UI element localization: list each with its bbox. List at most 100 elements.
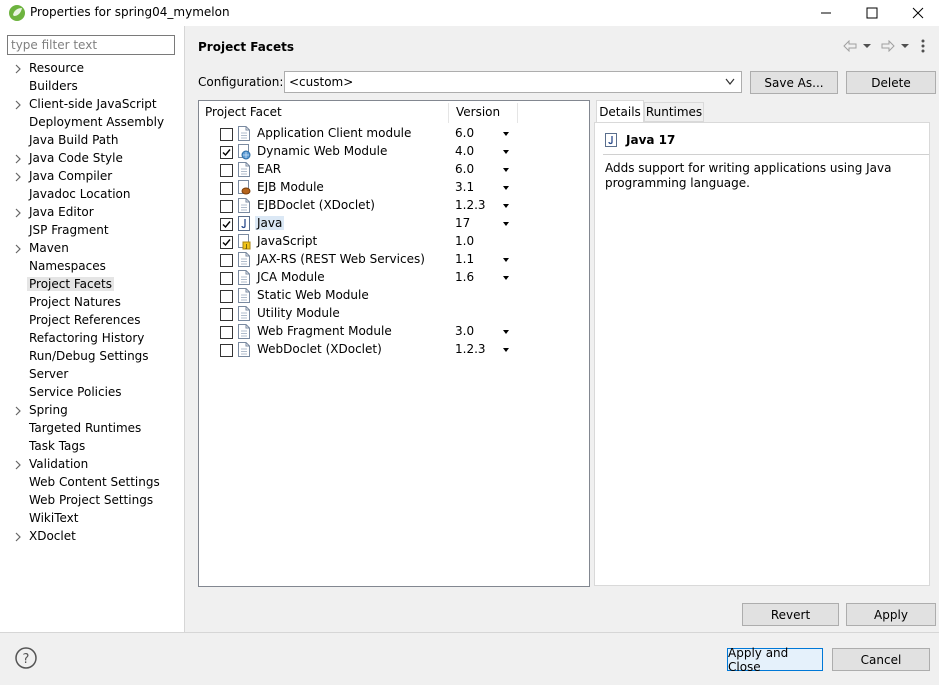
facet-row[interactable]: WebDoclet (XDoclet) 1.2.3	[199, 341, 589, 359]
version-dropdown-icon[interactable]	[503, 348, 509, 352]
filter-input[interactable]	[7, 35, 175, 55]
checkbox[interactable]	[220, 308, 233, 321]
nav-item[interactable]: Project Facets	[0, 276, 184, 294]
checkbox[interactable]	[220, 326, 233, 339]
checkbox[interactable]	[220, 164, 233, 177]
facet-row[interactable]: Java 17	[199, 215, 589, 233]
facet-row[interactable]: JAX-RS (REST Web Services) 1.1	[199, 251, 589, 269]
version-dropdown-icon[interactable]	[503, 330, 509, 334]
nav-item[interactable]: Project References	[0, 312, 184, 330]
chevron-right-icon[interactable]	[13, 64, 23, 74]
maximize-button[interactable]	[849, 0, 895, 26]
nav-item[interactable]: WikiText	[0, 510, 184, 528]
view-menu-icon[interactable]	[918, 38, 928, 54]
chevron-right-icon[interactable]	[13, 100, 23, 110]
version-dropdown-icon[interactable]	[503, 168, 509, 172]
chevron-right-icon[interactable]	[13, 208, 23, 218]
version-dropdown-icon[interactable]	[503, 222, 509, 226]
nav-item[interactable]: Web Project Settings	[0, 492, 184, 510]
tab-details[interactable]: Details	[596, 100, 644, 123]
nav-item[interactable]: Service Policies	[0, 384, 184, 402]
nav-item[interactable]: Validation	[0, 456, 184, 474]
facet-row[interactable]: Application Client module 6.0	[199, 125, 589, 143]
nav-item[interactable]: Java Compiler	[0, 168, 184, 186]
checkbox-checked[interactable]	[220, 218, 233, 231]
nav-item[interactable]: Java Editor	[0, 204, 184, 222]
chevron-right-icon[interactable]	[13, 406, 23, 416]
nav-item[interactable]: XDoclet	[0, 528, 184, 546]
checkbox[interactable]	[220, 182, 233, 195]
facet-row[interactable]: J JavaScript 1.0	[199, 233, 589, 251]
facet-version[interactable]: 1.2.3	[455, 198, 486, 212]
chevron-right-icon[interactable]	[13, 154, 23, 164]
facet-version[interactable]: 6.0	[455, 162, 474, 176]
facet-version[interactable]: 1.0	[455, 234, 474, 248]
nav-item[interactable]: Javadoc Location	[0, 186, 184, 204]
facet-version[interactable]: 3.0	[455, 324, 474, 338]
cancel-button[interactable]: Cancel	[832, 648, 930, 671]
facet-version[interactable]: 1.1	[455, 252, 474, 266]
checkbox-checked[interactable]	[220, 146, 233, 159]
version-dropdown-icon[interactable]	[503, 258, 509, 262]
close-button[interactable]	[895, 0, 939, 26]
column-header-version[interactable]: Version	[456, 105, 500, 119]
facet-version[interactable]: 1.2.3	[455, 342, 486, 356]
nav-item[interactable]: Namespaces	[0, 258, 184, 276]
back-menu-chevron-down-icon[interactable]	[862, 38, 872, 54]
facet-row[interactable]: Web Fragment Module 3.0	[199, 323, 589, 341]
checkbox[interactable]	[220, 254, 233, 267]
configuration-select[interactable]: <custom>	[284, 71, 742, 93]
version-dropdown-icon[interactable]	[503, 204, 509, 208]
nav-item[interactable]: Maven	[0, 240, 184, 258]
nav-item[interactable]: Task Tags	[0, 438, 184, 456]
nav-item[interactable]: Web Content Settings	[0, 474, 184, 492]
nav-item[interactable]: Deployment Assembly	[0, 114, 184, 132]
chevron-right-icon[interactable]	[13, 460, 23, 470]
save-as-button[interactable]: Save As...	[750, 71, 838, 94]
checkbox-checked[interactable]	[220, 236, 233, 249]
nav-item[interactable]: Resource	[0, 60, 184, 78]
chevron-right-icon[interactable]	[13, 244, 23, 254]
version-dropdown-icon[interactable]	[503, 132, 509, 136]
nav-item[interactable]: Client-side JavaScript	[0, 96, 184, 114]
minimize-button[interactable]	[803, 0, 849, 26]
facet-row[interactable]: EJB Module 3.1	[199, 179, 589, 197]
nav-item[interactable]: Java Build Path	[0, 132, 184, 150]
facet-version[interactable]: 6.0	[455, 126, 474, 140]
version-dropdown-icon[interactable]	[503, 150, 509, 154]
facet-version[interactable]: 17	[455, 216, 470, 230]
forward-menu-chevron-down-icon[interactable]	[900, 38, 910, 54]
nav-item[interactable]: Refactoring History	[0, 330, 184, 348]
tab-runtimes[interactable]: Runtimes	[644, 102, 704, 122]
nav-item[interactable]: Project Natures	[0, 294, 184, 312]
facet-row[interactable]: Dynamic Web Module 4.0	[199, 143, 589, 161]
checkbox[interactable]	[220, 344, 233, 357]
nav-item[interactable]: Builders	[0, 78, 184, 96]
back-icon[interactable]	[842, 38, 858, 54]
nav-item[interactable]: Targeted Runtimes	[0, 420, 184, 438]
column-divider[interactable]	[517, 103, 518, 123]
help-icon[interactable]: ?	[15, 647, 37, 669]
checkbox[interactable]	[220, 272, 233, 285]
chevron-right-icon[interactable]	[13, 172, 23, 182]
checkbox[interactable]	[220, 290, 233, 303]
nav-item[interactable]: Spring	[0, 402, 184, 420]
nav-item[interactable]: Server	[0, 366, 184, 384]
facet-row[interactable]: JCA Module 1.6	[199, 269, 589, 287]
apply-button[interactable]: Apply	[846, 603, 936, 626]
column-header-facet[interactable]: Project Facet	[205, 105, 282, 119]
nav-item[interactable]: JSP Fragment	[0, 222, 184, 240]
nav-item[interactable]: Run/Debug Settings	[0, 348, 184, 366]
facet-row[interactable]: EJBDoclet (XDoclet) 1.2.3	[199, 197, 589, 215]
facet-version[interactable]: 1.6	[455, 270, 474, 284]
facet-version[interactable]: 4.0	[455, 144, 474, 158]
chevron-right-icon[interactable]	[13, 532, 23, 542]
facet-row[interactable]: EAR 6.0	[199, 161, 589, 179]
checkbox[interactable]	[220, 128, 233, 141]
forward-icon[interactable]	[880, 38, 896, 54]
checkbox[interactable]	[220, 200, 233, 213]
facet-row[interactable]: Utility Module	[199, 305, 589, 323]
apply-and-close-button[interactable]: Apply and Close	[727, 646, 823, 674]
facet-version[interactable]: 3.1	[455, 180, 474, 194]
column-divider[interactable]	[448, 103, 449, 123]
